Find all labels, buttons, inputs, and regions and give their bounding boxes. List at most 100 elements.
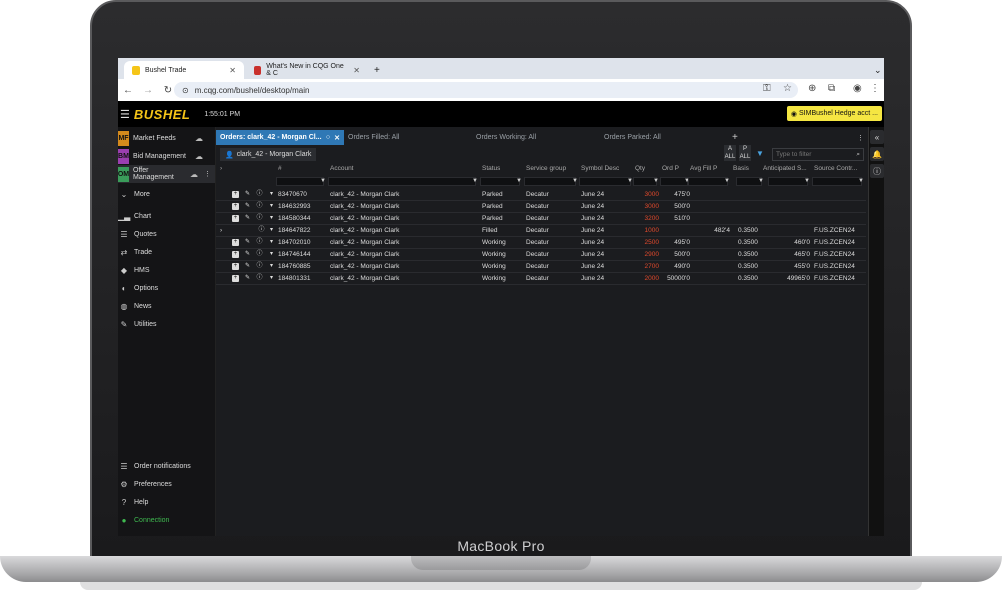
address-bar[interactable]: ⊙ m.cqg.com/bushel/desktop/main bbox=[174, 82, 798, 98]
filter-icon[interactable]: ▼ bbox=[653, 176, 659, 187]
sidebar-item-market-feeds[interactable]: MF Market Feeds ☁ bbox=[118, 129, 215, 147]
column-header[interactable]: Status bbox=[482, 163, 500, 175]
account-filter-chip[interactable]: 👤 clark_42 - Morgan Clark bbox=[220, 148, 317, 161]
column-filter-input[interactable] bbox=[328, 177, 476, 186]
info-icon[interactable]: ⓘ bbox=[256, 251, 263, 258]
site-info-icon[interactable]: ⊙ bbox=[182, 86, 189, 95]
column-filter-input[interactable] bbox=[579, 177, 631, 186]
filter-icon[interactable]: ▼ bbox=[472, 176, 478, 187]
column-header[interactable]: Service group bbox=[526, 163, 566, 175]
dropdown-icon[interactable]: ▾ bbox=[268, 215, 275, 222]
dropdown-icon[interactable]: ▾ bbox=[268, 227, 275, 234]
column-header[interactable]: Basis bbox=[733, 163, 749, 175]
collapse-icon[interactable]: « bbox=[870, 130, 884, 144]
sidebar-more[interactable]: ⌄ More bbox=[118, 185, 215, 203]
menu-icon[interactable]: ⋮ bbox=[870, 83, 880, 94]
toggle-accounts[interactable]: A ALL bbox=[724, 145, 736, 161]
tab-orders-account[interactable]: Orders: clark_42 - Morgan Cl... ○ ✕ bbox=[216, 130, 344, 145]
column-filter-input[interactable] bbox=[276, 177, 324, 186]
sidebar-item-utilities[interactable]: ✎ Utilities bbox=[118, 315, 215, 333]
browser-tab-cqg[interactable]: What's New in CQG One & C ✕ bbox=[246, 61, 368, 79]
dropdown-icon[interactable]: ▾ bbox=[268, 275, 275, 282]
column-filter-input[interactable] bbox=[480, 177, 520, 186]
edit-pencil-icon[interactable]: ✎ bbox=[244, 263, 251, 270]
sidebar-item-quotes[interactable]: ☰ Quotes bbox=[118, 225, 215, 243]
tab-orders-filled[interactable]: Orders Filled: All bbox=[344, 130, 472, 145]
add-icon[interactable]: + bbox=[232, 263, 239, 270]
column-header[interactable]: # bbox=[278, 163, 282, 175]
filter-icon[interactable]: ▼ bbox=[804, 176, 810, 187]
avatar[interactable]: ◉ bbox=[853, 83, 862, 94]
forward-icon[interactable]: → bbox=[138, 85, 158, 96]
sidebar-item-trade[interactable]: ⇄ Trade bbox=[118, 243, 215, 261]
more-vert-icon[interactable]: ⋮ bbox=[204, 170, 211, 178]
dropdown-icon[interactable]: ▾ bbox=[268, 191, 275, 198]
add-tab-button[interactable]: + bbox=[728, 130, 748, 145]
column-header[interactable]: Account bbox=[330, 163, 354, 175]
info-icon[interactable]: ⓘ bbox=[258, 227, 265, 234]
edit-pencil-icon[interactable]: ✎ bbox=[244, 239, 251, 246]
column-filter-input[interactable] bbox=[524, 177, 576, 186]
filter-icon[interactable]: ▼ bbox=[724, 176, 730, 187]
column-filter-input[interactable] bbox=[688, 177, 728, 186]
edit-pencil-icon[interactable]: ✎ bbox=[244, 275, 251, 282]
sidebar-item-bid-management[interactable]: BM Bid Management ☁ bbox=[118, 147, 215, 165]
close-icon[interactable]: ✕ bbox=[353, 66, 360, 75]
bell-icon[interactable]: 🔔 bbox=[870, 147, 884, 161]
dropdown-icon[interactable]: ▾ bbox=[268, 203, 275, 210]
column-filter-input[interactable] bbox=[812, 177, 862, 186]
info-icon[interactable]: ⓘ bbox=[256, 203, 263, 210]
dropdown-icon[interactable]: ▾ bbox=[268, 263, 275, 270]
sidebar-item-options[interactable]: ◐ Options bbox=[118, 279, 215, 297]
sidebar-item-connection[interactable]: ● Connection bbox=[118, 511, 216, 529]
sidebar-item-order-notifications[interactable]: ☰ Order notifications bbox=[118, 457, 216, 475]
filter-input[interactable]: Type to filter ⌕ bbox=[772, 148, 864, 161]
filter-icon[interactable]: ▼ bbox=[858, 176, 864, 187]
table-row[interactable]: + ✎ ⓘ ▾ 184760885 clark_42 - Morgan Clark Work… bbox=[216, 261, 866, 273]
password-key-icon[interactable]: ⚿ bbox=[763, 83, 771, 94]
edit-pencil-icon[interactable]: ✎ bbox=[244, 251, 251, 258]
column-header[interactable]: Ord P bbox=[662, 163, 679, 175]
close-icon[interactable]: ✕ bbox=[229, 66, 236, 75]
tab-orders-working[interactable]: Orders Working: All bbox=[472, 130, 600, 145]
edit-pencil-icon[interactable]: ✎ bbox=[244, 215, 251, 222]
table-row[interactable]: + ✎ ⓘ ▾ 184580344 clark_42 - Morgan Clark Park… bbox=[216, 213, 866, 225]
info-icon[interactable]: ⓘ bbox=[256, 239, 263, 246]
sidebar-item-news[interactable]: ◍ News bbox=[118, 297, 215, 315]
column-filter-input[interactable] bbox=[768, 177, 808, 186]
browser-tab-bushel[interactable]: Bushel Trade ✕ bbox=[124, 61, 244, 79]
back-icon[interactable]: ← bbox=[118, 85, 138, 96]
account-button[interactable]: ◉ SIMBushel Hedge acct ... bbox=[786, 106, 882, 121]
column-header[interactable]: Symbol Desc bbox=[581, 163, 619, 175]
edit-pencil-icon[interactable]: ✎ bbox=[244, 191, 251, 198]
info-icon[interactable]: ⓘ bbox=[256, 275, 263, 282]
expand-row-icon[interactable]: › bbox=[220, 225, 222, 237]
table-row[interactable]: + ✎ ⓘ ▾ 184801331 clark_42 - Morgan Clark Work… bbox=[216, 273, 866, 285]
sidebar-item-chart[interactable]: ▁▃ Chart bbox=[118, 207, 215, 225]
toggle-positions[interactable]: P ALL bbox=[739, 145, 751, 161]
puzzle-icon[interactable]: ⧉ bbox=[828, 83, 835, 94]
add-icon[interactable]: + bbox=[232, 239, 239, 246]
add-icon[interactable]: + bbox=[232, 203, 239, 210]
filter-icon[interactable]: ▼ bbox=[320, 176, 326, 187]
sidebar-item-preferences[interactable]: ⚙ Preferences bbox=[118, 475, 216, 493]
column-header[interactable]: Qty bbox=[635, 163, 645, 175]
table-row[interactable]: + ✎ ⓘ ▾ 184632993 clark_42 - Morgan Clark Park… bbox=[216, 201, 866, 213]
extension-icon[interactable]: ⊕ bbox=[808, 83, 816, 94]
sidebar-item-help[interactable]: ? Help bbox=[118, 493, 216, 511]
column-header[interactable]: Source Contr... bbox=[814, 163, 857, 175]
expand-all-icon[interactable]: › bbox=[220, 163, 222, 175]
close-icon[interactable]: ✕ bbox=[334, 134, 340, 142]
filter-icon[interactable]: ▼ bbox=[516, 176, 522, 187]
tab-orders-parked[interactable]: Orders Parked: All bbox=[600, 130, 728, 145]
column-header[interactable]: Avg Fill P bbox=[690, 163, 717, 175]
filter-icon[interactable]: ▼ bbox=[758, 176, 764, 187]
table-row[interactable]: + ✎ ⓘ ▾ 184746144 clark_42 - Morgan Clark Work… bbox=[216, 249, 866, 261]
table-row[interactable]: + ✎ ⓘ ▾ 83470670 clark_42 - Morgan Clark Parke… bbox=[216, 189, 866, 201]
sidebar-item-offer-management[interactable]: OM Offer Management ☁ ⋮ bbox=[118, 165, 215, 183]
info-icon[interactable]: ⓘ bbox=[256, 263, 263, 270]
add-icon[interactable]: + bbox=[232, 251, 239, 258]
table-row[interactable]: + ✎ ⓘ ▾ 184702010 clark_42 - Morgan Clark Work… bbox=[216, 237, 866, 249]
edit-pencil-icon[interactable]: ✎ bbox=[244, 203, 251, 210]
add-icon[interactable]: + bbox=[232, 275, 239, 282]
